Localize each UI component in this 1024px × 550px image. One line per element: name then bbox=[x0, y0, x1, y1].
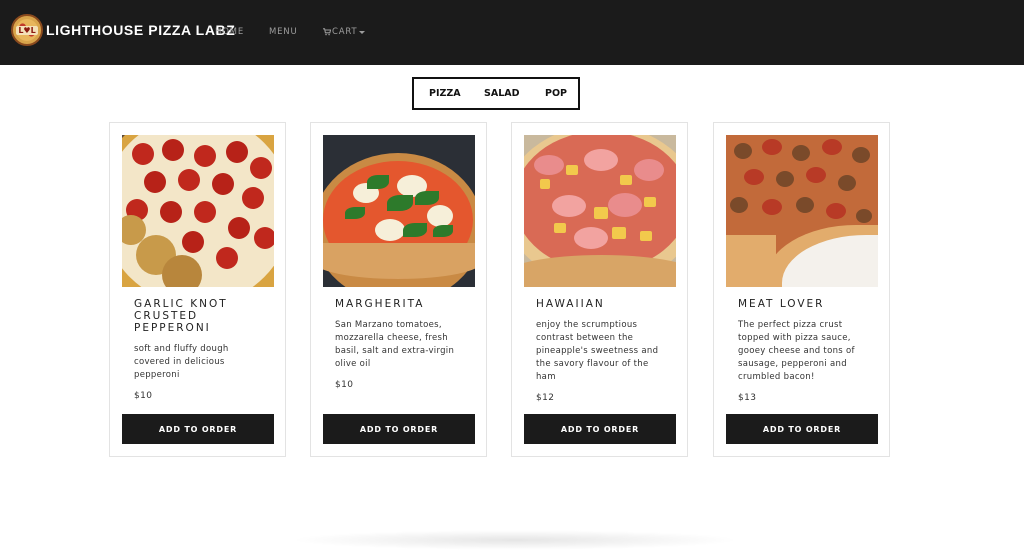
caret-down-icon bbox=[359, 30, 366, 34]
product-price: $13 bbox=[738, 393, 757, 403]
pizza-logo-icon[interactable]: L♥L bbox=[11, 14, 43, 46]
product-description: enjoy the scrumptious contrast between t… bbox=[536, 320, 659, 382]
add-to-order-button[interactable]: ADD TO ORDER bbox=[323, 414, 475, 444]
shopping-cart-icon bbox=[323, 28, 331, 36]
tab-salad[interactable]: SALAD bbox=[484, 88, 520, 99]
add-to-order-button[interactable]: ADD TO ORDER bbox=[726, 414, 878, 444]
product-image bbox=[323, 135, 475, 287]
product-description: The perfect pizza crust topped with pizz… bbox=[738, 320, 855, 382]
footer-shadow bbox=[290, 530, 740, 550]
product-price: $10 bbox=[335, 380, 354, 390]
top-navbar: L♥L LIGHTHOUSE PIZZA LABZ HOME MENU CART bbox=[0, 0, 1024, 65]
product-card-garlic-knot: GARLIC KNOT CRUSTED PEPPERONI soft and f… bbox=[109, 122, 286, 457]
nav-cart-dropdown[interactable]: CART bbox=[323, 27, 366, 37]
product-image bbox=[122, 135, 274, 287]
product-image bbox=[524, 135, 676, 287]
product-title: MEAT LOVER bbox=[738, 298, 825, 310]
category-tabs: PIZZA SALAD POP bbox=[412, 77, 580, 110]
product-description: soft and fluffy dough covered in delicio… bbox=[134, 344, 229, 380]
tab-pop[interactable]: POP bbox=[545, 88, 567, 99]
product-price: $10 bbox=[134, 391, 153, 401]
add-to-order-button[interactable]: ADD TO ORDER bbox=[122, 414, 274, 444]
product-title: MARGHERITA bbox=[335, 298, 425, 310]
add-to-order-button[interactable]: ADD TO ORDER bbox=[524, 414, 676, 444]
brand-name[interactable]: LIGHTHOUSE PIZZA LABZ bbox=[46, 22, 235, 38]
product-price: $12 bbox=[536, 393, 555, 403]
product-card-hawaiian: HAWAIIAN enjoy the scrumptious contrast … bbox=[511, 122, 688, 457]
nav-menu-link[interactable]: MENU bbox=[269, 27, 297, 37]
nav-cart-label: CART bbox=[332, 27, 358, 37]
product-image bbox=[726, 135, 878, 287]
tab-pizza[interactable]: PIZZA bbox=[429, 88, 461, 99]
logo-text: L♥L bbox=[16, 25, 38, 35]
product-description: San Marzano tomatoes, mozzarella cheese,… bbox=[335, 320, 455, 369]
product-title: HAWAIIAN bbox=[536, 298, 605, 310]
product-title: GARLIC KNOT CRUSTED PEPPERONI bbox=[134, 298, 228, 334]
product-card-meat-lover: MEAT LOVER The perfect pizza crust toppe… bbox=[713, 122, 890, 457]
brand[interactable]: L♥L LIGHTHOUSE PIZZA LABZ bbox=[11, 14, 235, 46]
nav-home-link[interactable]: HOME bbox=[215, 27, 244, 37]
product-card-margherita: MARGHERITA San Marzano tomatoes, mozzare… bbox=[310, 122, 487, 457]
